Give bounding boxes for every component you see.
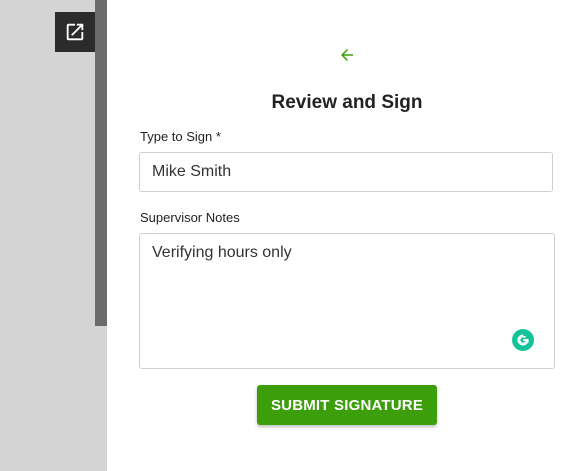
notes-text: Verifying hours only bbox=[152, 244, 292, 261]
submit-signature-button[interactable]: SUBMIT SIGNATURE bbox=[257, 385, 437, 425]
grammarly-icon bbox=[517, 334, 529, 346]
review-sign-panel: Review and Sign Type to Sign * Mike Smit… bbox=[107, 0, 587, 471]
type-to-sign-input[interactable]: Mike Smith bbox=[139, 152, 553, 192]
back-button[interactable] bbox=[337, 44, 357, 66]
open-in-new-icon bbox=[66, 23, 84, 41]
required-mark: * bbox=[215, 129, 221, 144]
grammarly-button[interactable] bbox=[512, 329, 534, 351]
open-external-button[interactable] bbox=[55, 12, 95, 52]
page-title: Review and Sign bbox=[271, 92, 423, 113]
arrow-left-icon bbox=[341, 49, 353, 61]
notes-label: Supervisor Notes bbox=[140, 210, 240, 225]
scrollbar[interactable] bbox=[95, 0, 107, 326]
supervisor-notes-textarea[interactable]: Verifying hours only bbox=[139, 233, 555, 369]
sign-label: Type to Sign * bbox=[140, 129, 221, 144]
sign-label-text: Type to Sign bbox=[140, 129, 213, 144]
left-pane bbox=[0, 0, 107, 471]
